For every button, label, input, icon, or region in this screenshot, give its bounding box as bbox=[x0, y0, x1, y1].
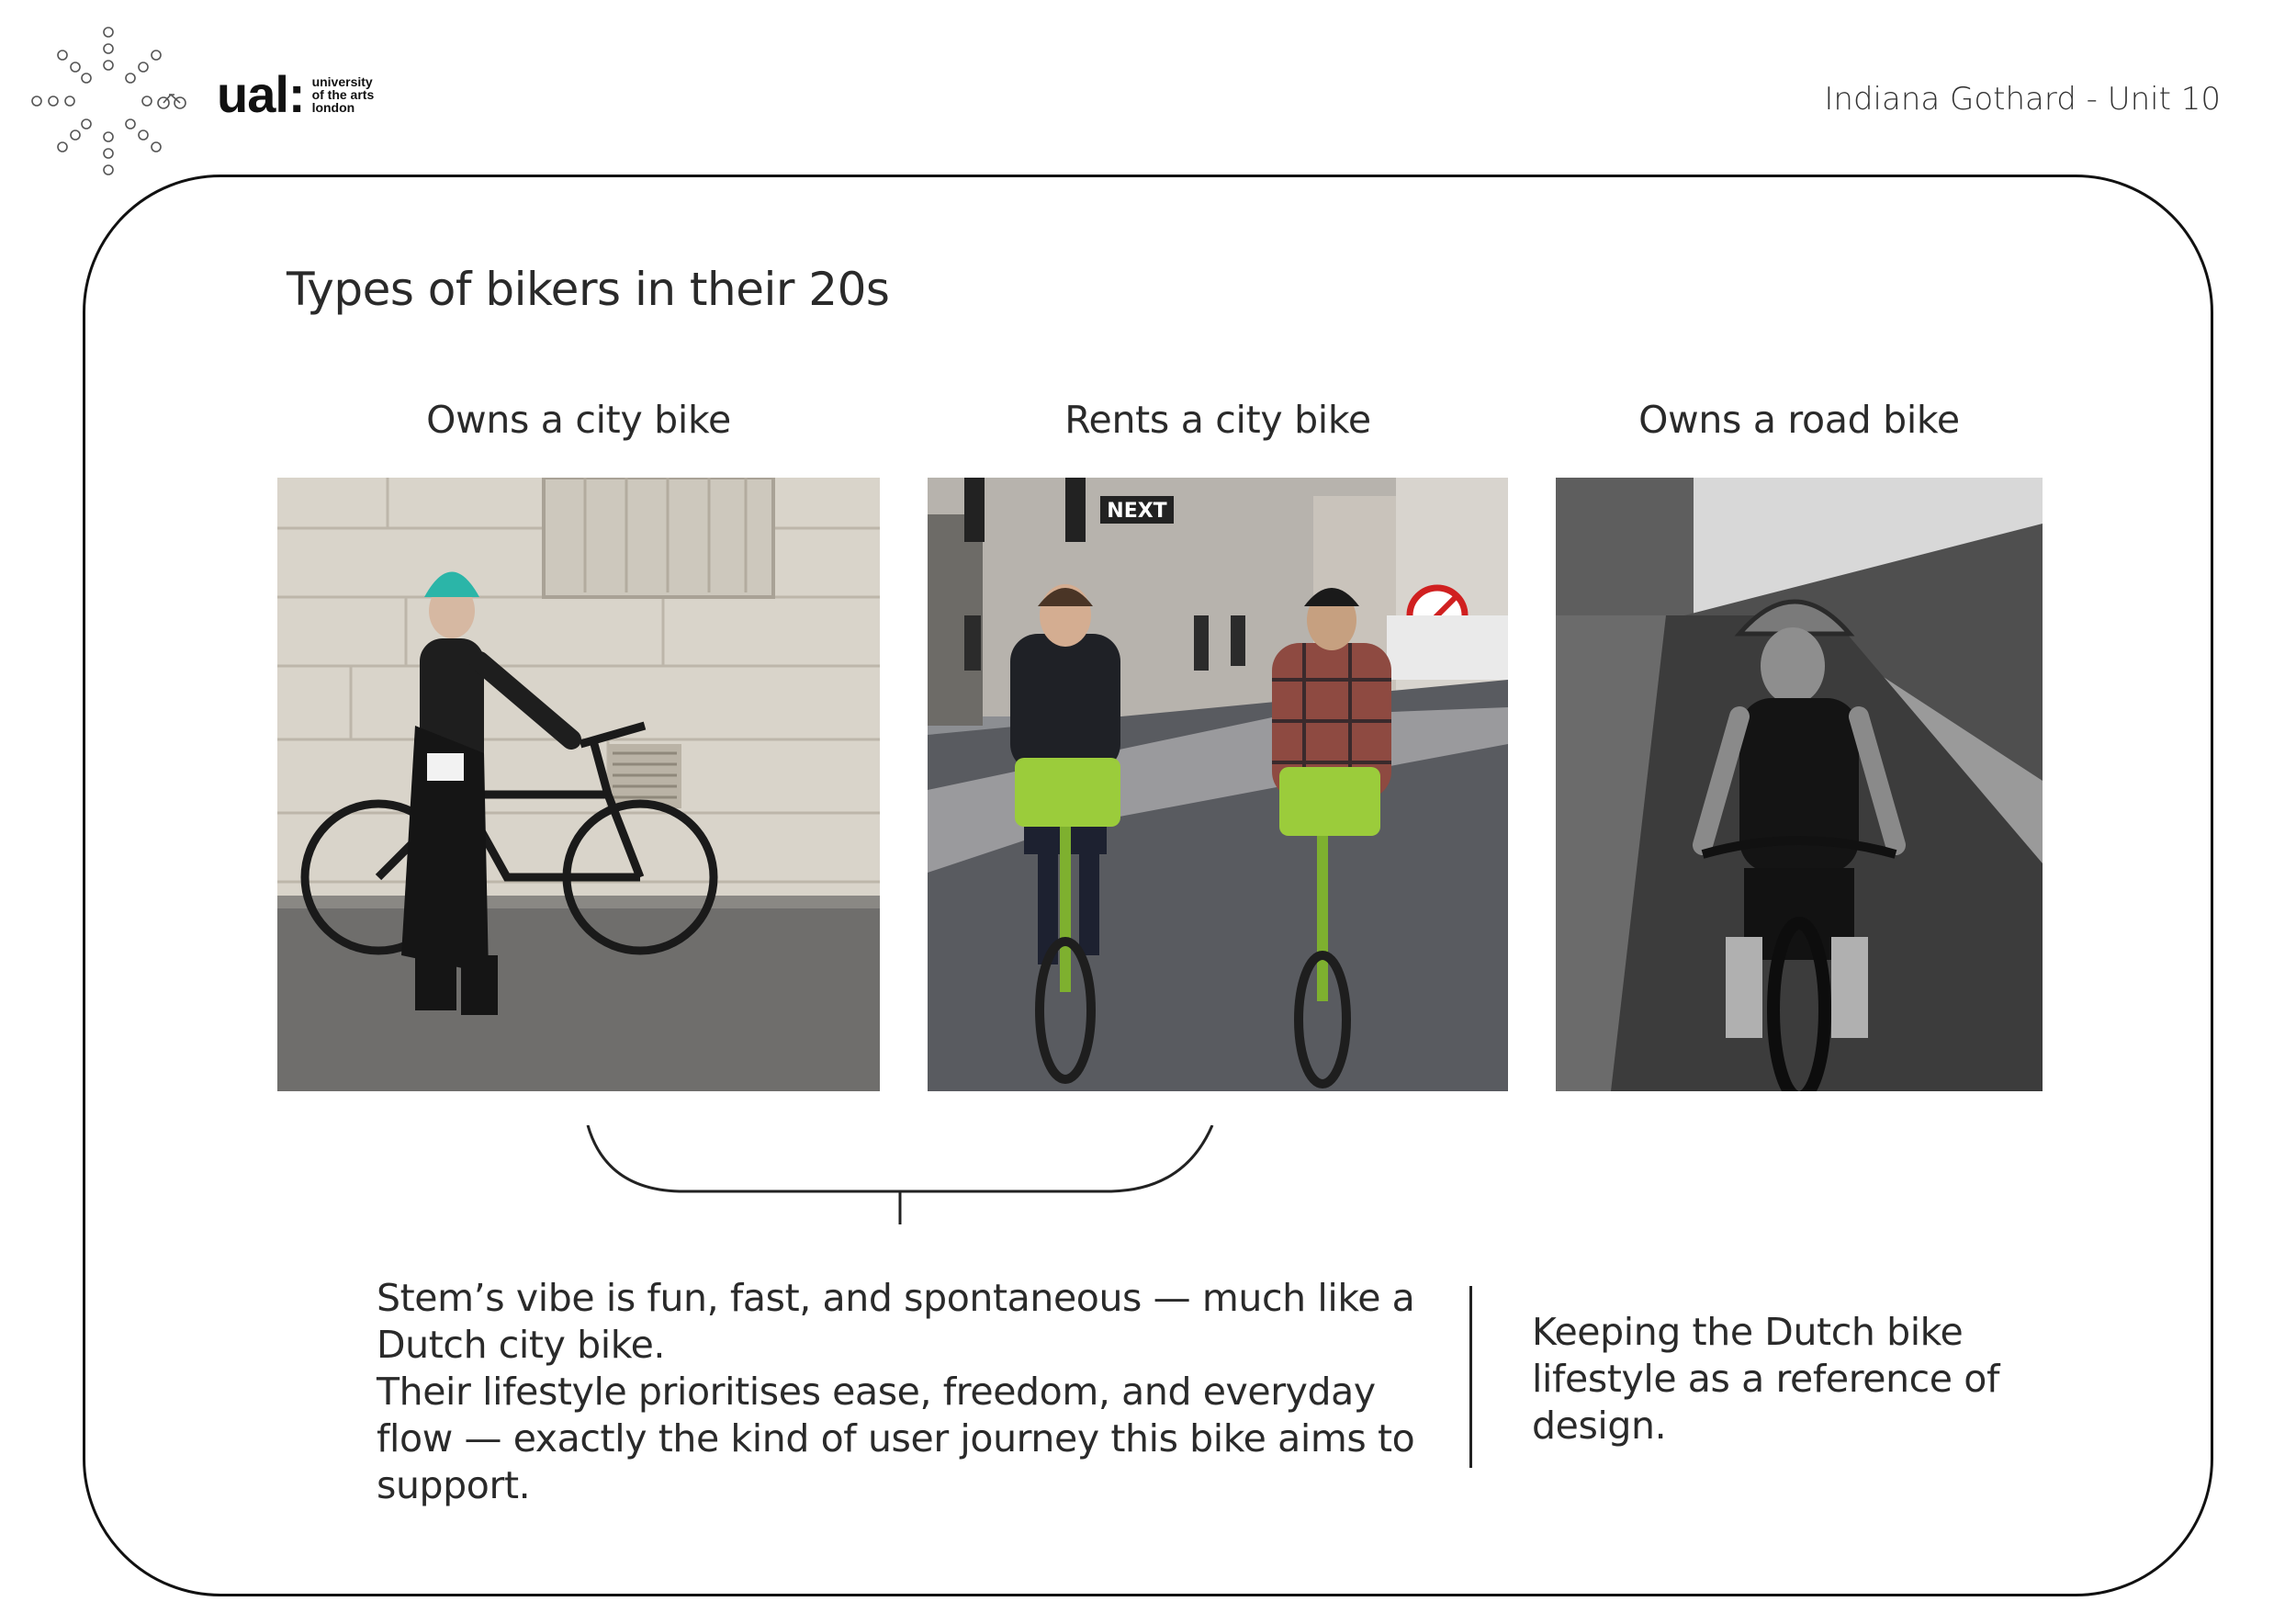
photo-road-cyclist bbox=[1556, 478, 2043, 1091]
column-label-city-bike-owner: Owns a city bike bbox=[426, 398, 731, 442]
ual-logo-subtitle: university of the arts london bbox=[311, 73, 375, 115]
column-label-road-bike-owner: Owns a road bike bbox=[1638, 398, 1960, 442]
author-unit-label: Indiana Gothard - Unit 10 bbox=[1824, 81, 2221, 118]
page-title: Types of bikers in their 20s bbox=[287, 263, 890, 316]
vertical-divider bbox=[1469, 1286, 1472, 1468]
dutch-bike-note: Keeping the Dutch bike lifestyle as a re… bbox=[1532, 1310, 1999, 1448]
street-sign-next: NEXT bbox=[1107, 500, 1166, 523]
ual-dots-logo bbox=[31, 27, 186, 175]
photo-rental-ebike-riders: NEXT bbox=[928, 478, 1508, 1091]
body-line-vibe: Stem’s vibe is fun, fast, and spontaneou… bbox=[377, 1276, 1415, 1367]
body-line-lifestyle: Their lifestyle prioritises ease, freedo… bbox=[377, 1370, 1415, 1507]
grouping-bracket bbox=[586, 1125, 1214, 1224]
photo-woman-city-bike bbox=[277, 478, 880, 1091]
stem-description: Stem’s vibe is fun, fast, and spontaneou… bbox=[377, 1275, 1460, 1509]
column-label-city-bike-renter: Rents a city bike bbox=[1064, 398, 1371, 442]
ual-logo-text: ual: bbox=[217, 65, 306, 123]
ual-wordmark: ual: university of the arts london bbox=[217, 64, 374, 124]
